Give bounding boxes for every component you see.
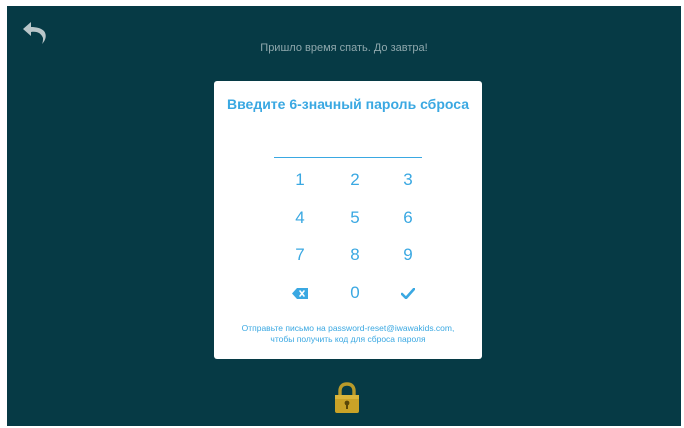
sleep-message: Пришло время спать. До завтра! xyxy=(260,42,428,54)
key-7[interactable]: 7 xyxy=(280,240,320,270)
password-input[interactable] xyxy=(274,143,422,158)
key-6[interactable]: 6 xyxy=(388,203,428,233)
key-4[interactable]: 4 xyxy=(280,203,320,233)
checkmark-icon xyxy=(400,287,416,300)
key-8[interactable]: 8 xyxy=(335,240,375,270)
backspace-icon xyxy=(292,288,308,300)
key-9[interactable]: 9 xyxy=(388,240,428,270)
reset-hint: Отправьте письмо на password-reset@iwawa… xyxy=(214,323,482,345)
key-2[interactable]: 2 xyxy=(335,165,375,195)
padlock-icon xyxy=(335,382,359,413)
key-0[interactable]: 0 xyxy=(335,278,375,308)
key-5[interactable]: 5 xyxy=(335,203,375,233)
reset-hint-line-2: чтобы получить код для сброса пароля xyxy=(270,334,426,344)
key-1[interactable]: 1 xyxy=(280,165,320,195)
confirm-key[interactable] xyxy=(388,278,428,308)
backspace-key[interactable] xyxy=(280,278,320,308)
lock-screen: Пришло время спать. До завтра! Введите 6… xyxy=(7,6,681,426)
key-3[interactable]: 3 xyxy=(388,165,428,195)
reset-password-dialog: Введите 6-значный пароль сброса 1 2 3 4 … xyxy=(214,81,482,359)
dialog-title: Введите 6-значный пароль сброса xyxy=(227,96,469,112)
reset-hint-line-1: Отправьте письмо на password-reset@iwawa… xyxy=(241,323,455,333)
lock-button[interactable] xyxy=(334,382,360,414)
